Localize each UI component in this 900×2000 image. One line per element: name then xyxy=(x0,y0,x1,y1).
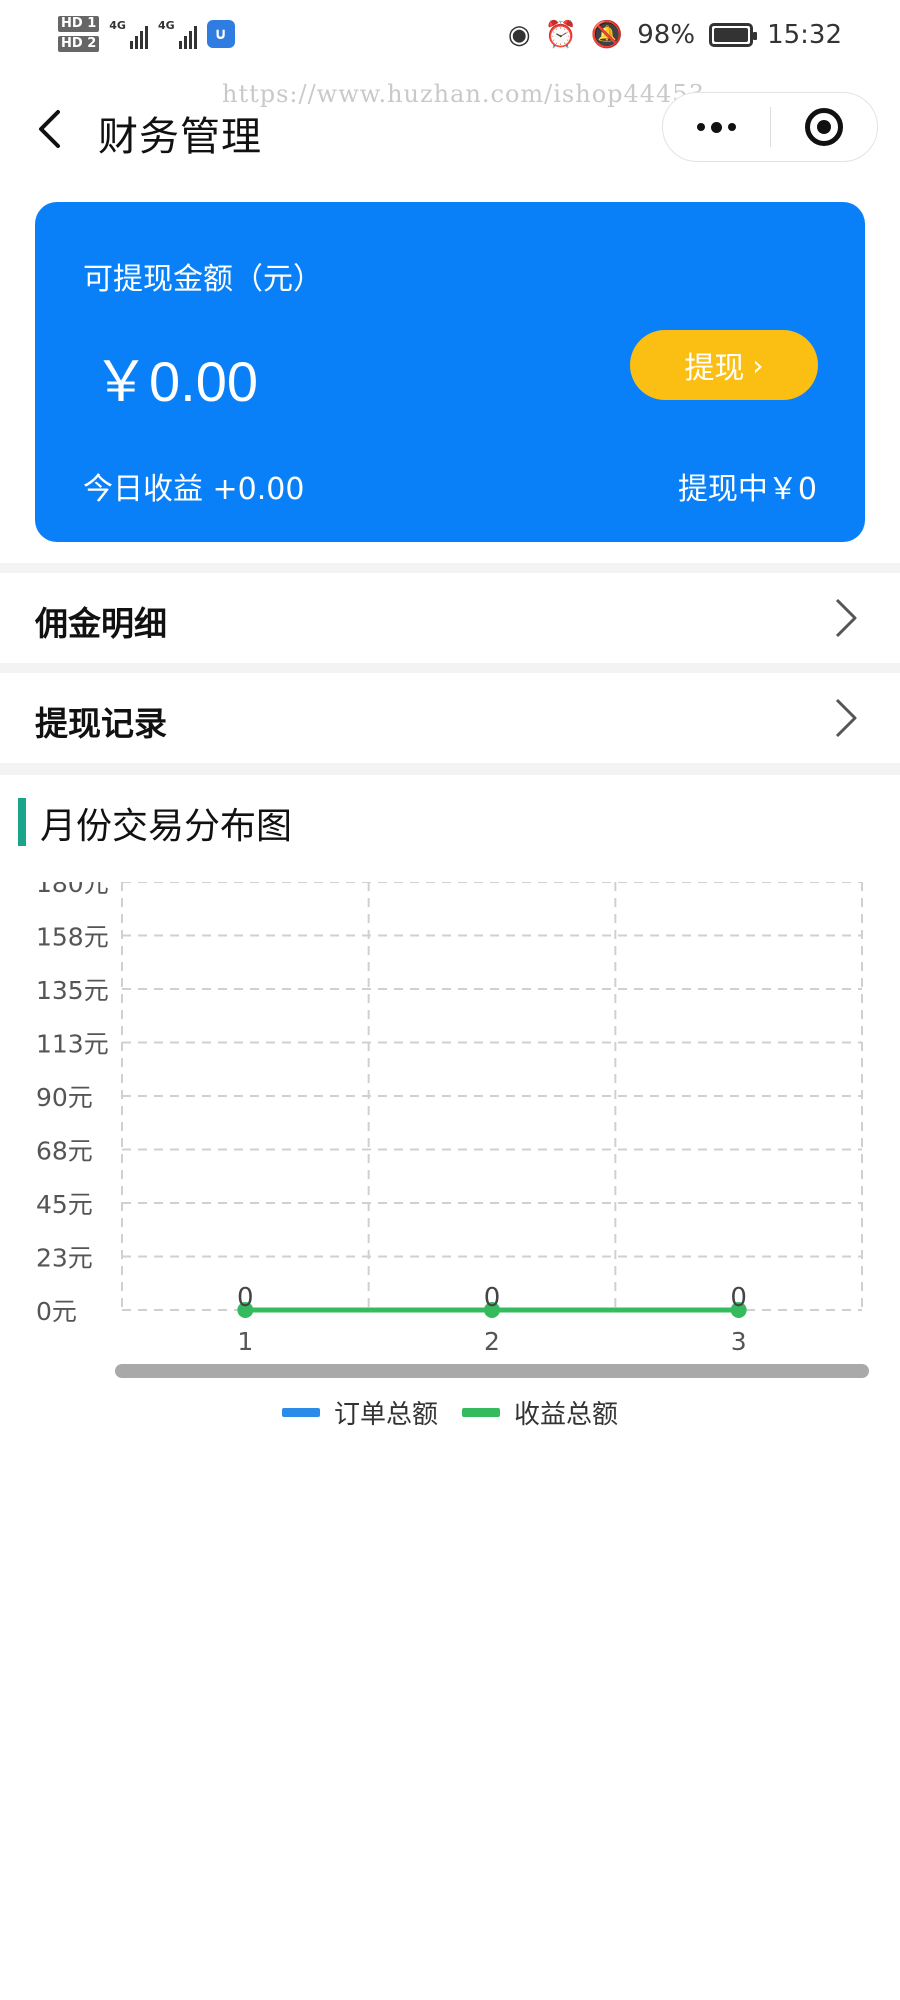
y-tick-label: 180元 xyxy=(36,882,109,898)
menu-item-label: 佣金明细 xyxy=(35,604,167,643)
balance-card: 可提现金额（元） ￥0.00 提现 › 今日收益 +0.00 提现中￥0 xyxy=(35,202,865,542)
y-tick-label: 135元 xyxy=(36,976,109,1005)
sim-indicators: HD 1 HD 2 xyxy=(58,16,100,52)
y-tick-label: 45元 xyxy=(36,1190,93,1219)
today-income: 今日收益 +0.00 xyxy=(83,472,305,507)
network-type-2: 4G xyxy=(157,19,175,32)
data-label: 0 xyxy=(730,1283,747,1313)
alarm-icon: ⏰ xyxy=(544,20,577,50)
battery-percent: 98% xyxy=(637,20,696,50)
x-tick-label: 2 xyxy=(484,1327,500,1356)
withdraw-button-label: 提现 xyxy=(684,351,745,386)
x-tick-label: 1 xyxy=(237,1327,253,1356)
chevron-left-icon xyxy=(39,110,60,148)
section-divider xyxy=(0,663,900,673)
status-left: HD 1 HD 2 4G 4G ∪ xyxy=(58,16,235,52)
mini-program-capsule xyxy=(662,92,878,162)
withdraw-button[interactable]: 提现 › xyxy=(630,330,818,400)
page-title: 财务管理 xyxy=(98,114,262,160)
chart-title: 月份交易分布图 xyxy=(40,806,293,847)
menu-item-withdraw-records[interactable]: 提现记录 xyxy=(0,673,900,763)
section-divider xyxy=(0,763,900,775)
y-tick-label: 90元 xyxy=(36,1083,93,1112)
close-mini-program-button[interactable] xyxy=(771,93,878,161)
y-tick-label: 113元 xyxy=(36,1030,109,1059)
withdrawable-amount: ￥0.00 xyxy=(93,350,258,413)
signal-icon-2: 4G xyxy=(158,19,197,49)
status-bar: HD 1 HD 2 4G 4G ∪ ◉ ⏰ 🔕 98% 15:32 xyxy=(0,0,900,80)
data-label: 0 xyxy=(484,1283,501,1313)
legend-swatch-orders xyxy=(281,1408,320,1417)
more-dot-icon xyxy=(696,123,705,131)
more-dot-icon xyxy=(727,123,736,131)
x-tick-label: 3 xyxy=(731,1327,747,1356)
signal-icon-1: 4G xyxy=(109,19,148,49)
network-type-1: 4G xyxy=(109,19,126,32)
menu-item-commission-details[interactable]: 佣金明细 xyxy=(0,573,900,663)
legend-item-income: 收益总额 xyxy=(462,1394,618,1431)
watermark-text: https://www.huzhan.com/ishop44453 xyxy=(222,80,705,108)
y-tick-label: 23元 xyxy=(36,1244,93,1273)
y-tick-label: 68元 xyxy=(36,1137,93,1166)
chevron-right-icon xyxy=(835,598,857,638)
section-divider xyxy=(0,563,900,573)
app-notification-icon: ∪ xyxy=(206,20,235,48)
legend-swatch-income xyxy=(462,1408,500,1417)
y-tick-label: 0元 xyxy=(36,1297,77,1326)
battery-icon xyxy=(709,23,758,47)
eye-icon: ◉ xyxy=(507,20,531,50)
withdrawing-amount: 提现中￥0 xyxy=(677,472,817,507)
legend-label-orders: 订单总额 xyxy=(333,1400,438,1430)
y-tick-label: 158元 xyxy=(36,923,109,952)
menu-item-label: 提现记录 xyxy=(35,704,167,743)
line-chart: 180元 158元 135元 113元 90元 68元 45元 23元 0元 0 0 0 1 2 3 xyxy=(36,882,869,1378)
chart-section: 月份交易分布图 180元 158元 135元 113元 90元 68元 45元 23元 0元 0 0… xyxy=(0,782,900,1442)
sim1-label: HD 1 xyxy=(58,16,100,32)
target-circle-icon xyxy=(804,108,843,146)
more-options-button[interactable] xyxy=(663,93,770,161)
withdrawable-label: 可提现金额（元） xyxy=(83,262,323,297)
sim2-label: HD 2 xyxy=(58,36,100,52)
chart-scrollbar[interactable] xyxy=(115,1364,869,1378)
title-accent-bar xyxy=(18,798,26,846)
back-button[interactable] xyxy=(28,106,74,152)
more-dot-icon xyxy=(710,121,722,133)
chevron-right-icon xyxy=(835,698,857,738)
chart-legend: 订单总额 收益总额 xyxy=(0,1394,900,1431)
data-label: 0 xyxy=(237,1283,254,1313)
clock-time: 15:32 xyxy=(767,20,842,50)
status-right: ◉ ⏰ 🔕 98% 15:32 xyxy=(508,20,842,50)
mute-bell-icon: 🔕 xyxy=(590,20,624,50)
chevron-right-icon: › xyxy=(752,348,764,382)
legend-label-income: 收益总额 xyxy=(514,1400,619,1430)
legend-item-orders: 订单总额 xyxy=(281,1394,438,1431)
